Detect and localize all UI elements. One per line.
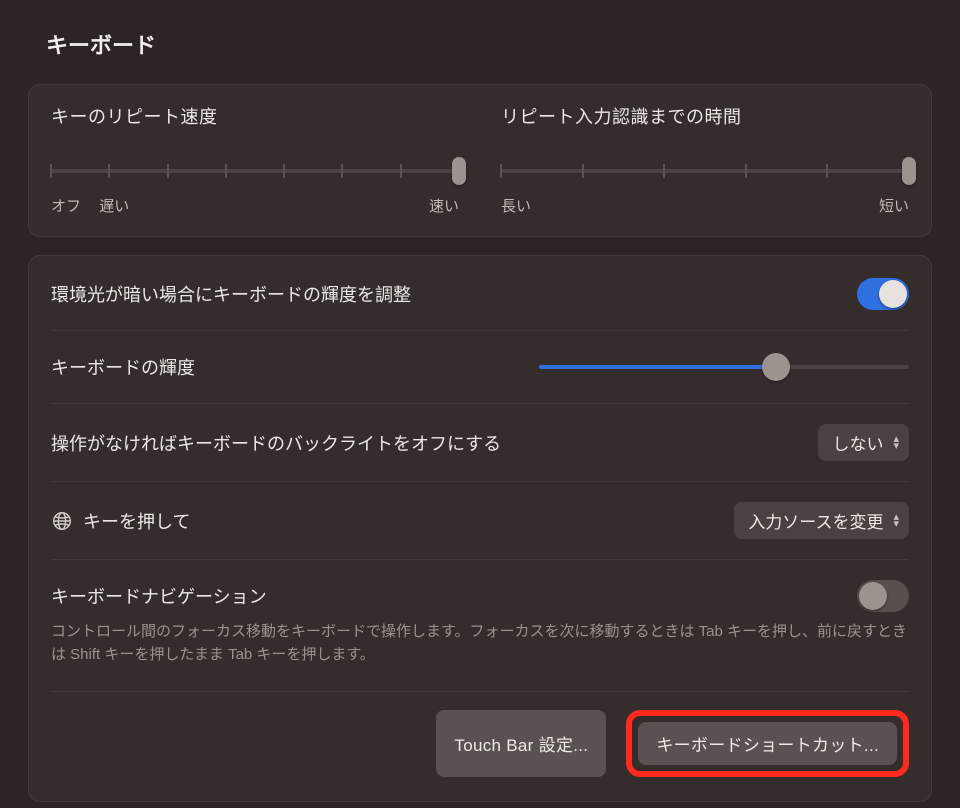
brightness-slider[interactable] <box>539 351 909 383</box>
shortcuts-highlight: キーボードショートカット... <box>626 710 909 777</box>
globe-key-row: キーを押して 入力ソースを変更 ▴▾ <box>51 481 909 559</box>
backlight-off-dropdown[interactable]: しない ▴▾ <box>818 424 909 461</box>
globe-key-dropdown[interactable]: 入力ソースを変更 ▴▾ <box>734 502 909 539</box>
keyboard-nav-label: キーボードナビゲーション <box>51 583 857 609</box>
delay-label-long: 長い <box>501 195 531 216</box>
backlight-off-label: 操作がなければキーボードのバックライトをオフにする <box>51 430 818 456</box>
delay-block: リピート入力認識までの時間 長い 短い <box>501 103 909 216</box>
adjust-brightness-row: 環境光が暗い場合にキーボードの輝度を調整 <box>51 274 909 330</box>
chevron-updown-icon: ▴▾ <box>893 436 899 448</box>
keyboard-nav-toggle[interactable] <box>857 580 909 612</box>
delay-slider[interactable] <box>501 155 909 191</box>
adjust-brightness-toggle[interactable] <box>857 278 909 310</box>
key-repeat-slider[interactable] <box>51 155 459 191</box>
chevron-updown-icon: ▴▾ <box>893 514 899 526</box>
globe-key-label-wrap: キーを押して <box>51 508 734 534</box>
page-title: キーボード <box>0 0 960 84</box>
keyboard-settings-panel: 環境光が暗い場合にキーボードの輝度を調整 キーボードの輝度 操作がなければキーボ… <box>28 255 932 802</box>
globe-key-value: 入力ソースを変更 <box>748 508 883 533</box>
repeat-label-slow: 遅い <box>99 198 129 215</box>
keyboard-nav-desc: コントロール間のフォーカス移動をキーボードで操作します。フォーカスを次に移動する… <box>51 620 909 667</box>
keyboard-shortcuts-button[interactable]: キーボードショートカット... <box>638 722 897 765</box>
globe-icon <box>51 510 73 532</box>
backlight-off-row: 操作がなければキーボードのバックライトをオフにする しない ▴▾ <box>51 403 909 481</box>
repeat-sliders-panel: キーのリピート速度 オフ 遅い 速い リピート入力認識までの時間 長い 短い <box>28 84 932 237</box>
key-repeat-block: キーのリピート速度 オフ 遅い 速い <box>51 103 459 216</box>
delay-label-short: 短い <box>879 195 909 216</box>
button-row: Touch Bar 設定... キーボードショートカット... <box>51 691 909 781</box>
key-repeat-title: キーのリピート速度 <box>51 103 459 129</box>
globe-key-label: キーを押して <box>83 508 190 534</box>
brightness-label: キーボードの輝度 <box>51 354 539 380</box>
backlight-off-value: しない <box>832 430 883 455</box>
touch-bar-settings-button[interactable]: Touch Bar 設定... <box>436 710 606 777</box>
repeat-label-off: オフ <box>51 198 81 215</box>
brightness-row: キーボードの輝度 <box>51 330 909 403</box>
keyboard-nav-row: キーボードナビゲーション コントロール間のフォーカス移動をキーボードで操作します… <box>51 559 909 691</box>
adjust-brightness-label: 環境光が暗い場合にキーボードの輝度を調整 <box>51 281 857 307</box>
delay-title: リピート入力認識までの時間 <box>501 103 909 129</box>
repeat-label-fast: 速い <box>429 195 459 216</box>
